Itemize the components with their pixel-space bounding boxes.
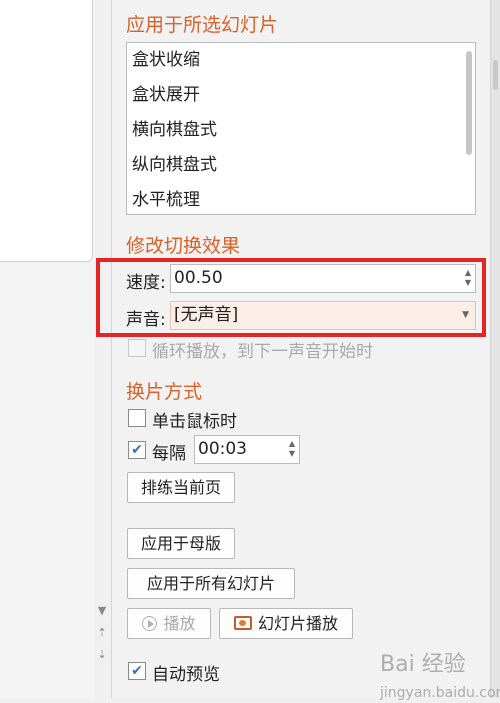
speed-spinner[interactable]: 00.50 ▲ ▼ (170, 264, 476, 293)
collapse-up-icon[interactable]: ⇡ (93, 622, 111, 644)
panel-scrollbar[interactable] (490, 0, 500, 698)
sound-label: 声音: (126, 310, 166, 330)
rehearse-button[interactable]: 排练当前页 (127, 472, 235, 503)
apply-all-button[interactable]: 应用于所有幻灯片 (127, 568, 295, 599)
checkmark-icon: ✔ (131, 442, 143, 458)
every-label: 每隔 (152, 444, 186, 464)
transition-list[interactable]: 盒状收缩 盒状展开 横向棋盘式 纵向棋盘式 水平梳理 (126, 42, 476, 215)
on-click-label: 单击鼠标时 (152, 412, 237, 432)
auto-preview-checkbox[interactable]: ✔ (128, 662, 146, 680)
sound-select[interactable]: [无声音] ▼ (170, 301, 476, 330)
transition-item[interactable]: 盒状展开 (127, 78, 475, 113)
collapse-down-icon[interactable]: ⇣ (93, 644, 111, 666)
loop-sound-label: 循环播放，到下一声音开始时 (152, 342, 373, 362)
spin-arrows-icon[interactable]: ▲ ▼ (289, 439, 295, 459)
apply-section-title: 应用于所选幻灯片 (126, 14, 279, 36)
play-icon (142, 616, 158, 631)
chevron-down-icon[interactable]: ▼ (462, 302, 469, 329)
pane-nav-arrows: ▼ ⇡ ⇣ (93, 600, 111, 690)
play-label: 播放 (163, 614, 196, 633)
speed-label: 速度: (126, 273, 166, 293)
speed-value: 00.50 (174, 268, 223, 288)
slideshow-icon (233, 616, 252, 630)
transition-item[interactable]: 水平梳理 (127, 183, 475, 214)
interval-value: 00:03 (198, 439, 247, 459)
list-scrollbar[interactable] (466, 51, 472, 155)
apply-master-button[interactable]: 应用于母版 (127, 528, 235, 559)
auto-preview-label: 自动预览 (152, 665, 220, 685)
every-checkbox[interactable]: ✔ (128, 441, 146, 459)
advance-section-title: 换片方式 (126, 381, 203, 403)
watermark-sub: jingyan.baidu.com (380, 685, 500, 701)
on-click-checkbox[interactable] (128, 409, 146, 427)
spin-arrows-icon[interactable]: ▲ ▼ (465, 268, 471, 288)
sound-value: [无声音] (174, 305, 239, 325)
modify-section-title: 修改切换效果 (126, 235, 241, 257)
watermark-text: Bai 经验 (380, 652, 466, 677)
checkmark-icon: ✔ (131, 663, 143, 679)
slideshow-button[interactable]: 幻灯片播放 (219, 608, 353, 639)
slide-thumbnail-pane (0, 0, 95, 698)
baidu-watermark: Bai 经验 jingyan.baidu.com (380, 646, 500, 703)
panel-scrollbar-thumb[interactable] (493, 60, 498, 90)
play-button[interactable]: 播放 (127, 608, 211, 639)
transition-item[interactable]: 盒状收缩 (127, 43, 475, 78)
slideshow-label: 幻灯片播放 (257, 614, 338, 633)
interval-spinner[interactable]: 00:03 ▲ ▼ (194, 435, 300, 464)
scroll-down-icon[interactable]: ▼ (93, 600, 111, 622)
transition-item[interactable]: 纵向棋盘式 (127, 148, 475, 183)
slide-thumbnail[interactable] (0, 0, 93, 262)
loop-sound-checkbox[interactable] (128, 339, 146, 357)
transition-item[interactable]: 横向棋盘式 (127, 113, 475, 148)
